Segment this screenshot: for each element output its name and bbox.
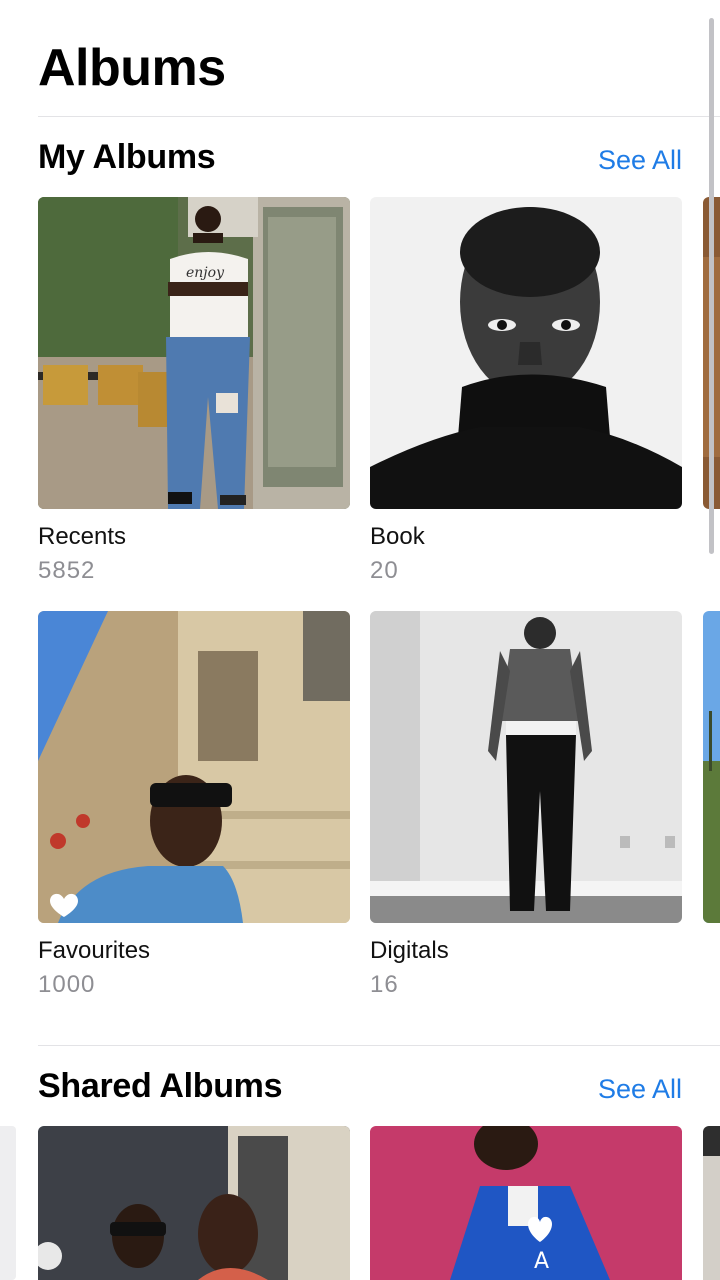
album-thumbnail[interactable] [703,1126,720,1280]
album-count: 16 [370,971,399,998]
shared-album-1[interactable] [38,1126,350,1280]
scroll-indicator[interactable] [709,18,714,554]
album-thumbnail[interactable] [370,611,682,923]
shared-albums-see-all-button[interactable]: See All [598,1074,682,1105]
album-count: 5852 [38,557,96,584]
album-name: Digitals [370,937,449,964]
shared-albums-title: Shared Albums [38,1067,283,1105]
album-name: Book [370,523,425,550]
albums-screen: Albums My Albums See All enjoy Recents 5… [0,0,720,1280]
album-thumbnail[interactable] [38,1126,350,1280]
my-albums-see-all-button[interactable]: See All [598,145,682,176]
album-thumbnail[interactable] [370,197,682,509]
section-divider [38,1045,720,1046]
album-digitals[interactable]: Digitals 16 [370,611,682,998]
shared-album-partial-right[interactable] [703,1126,720,1280]
shared-album-partial-left[interactable] [0,1126,16,1280]
album-favourites[interactable]: Favourites 1000 [38,611,350,998]
header-divider [38,116,720,117]
album-name: Recents [38,523,127,550]
album-thumbnail[interactable] [703,611,720,923]
album-book[interactable]: Book 20 [370,197,682,584]
album-recents[interactable]: enjoy Recents 5852 [38,197,350,584]
album-name: Favourites [38,937,151,964]
album-thumbnail[interactable]: A [370,1126,682,1280]
page-title: Albums [38,39,226,97]
svg-text:A: A [534,1249,549,1274]
svg-text:enjoy: enjoy [186,265,225,281]
album-count: 20 [370,557,399,584]
album-partial-right[interactable]: B 9 [703,611,720,923]
shared-album-2[interactable]: A [370,1126,682,1280]
album-count: 1000 [38,971,96,998]
album-thumbnail[interactable]: enjoy [38,197,350,509]
album-thumbnail[interactable] [38,611,350,923]
my-albums-title: My Albums [38,138,216,176]
